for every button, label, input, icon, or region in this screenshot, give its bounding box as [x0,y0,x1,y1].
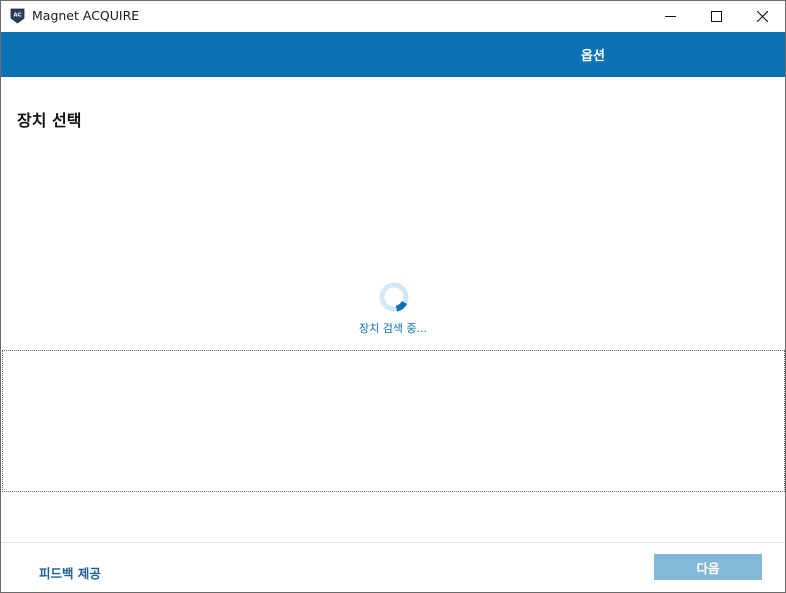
app-logo-icon: AC [10,8,25,24]
header-band: 옵션 [1,32,785,77]
device-list[interactable] [2,350,785,492]
app-window: AC Magnet ACQUIRE 옵션 장치 선택 장치 검색 중... 피드… [0,0,786,593]
maximize-icon [710,7,722,26]
page-title: 장치 선택 [17,111,82,130]
close-icon [756,7,768,26]
minimize-button[interactable] [647,1,693,32]
footer-divider [1,542,785,543]
window-title: Magnet ACQUIRE [32,8,140,23]
minimize-icon [664,7,676,26]
next-button[interactable]: 다음 [654,554,762,580]
loading-spinner-icon [377,280,411,314]
feedback-link[interactable]: 피드백 제공 [39,563,101,582]
options-link[interactable]: 옵션 [569,45,617,64]
close-button[interactable] [739,1,785,32]
maximize-button[interactable] [693,1,739,32]
app-logo-text: AC [13,13,21,19]
title-bar[interactable]: AC Magnet ACQUIRE [1,1,785,32]
searching-status-text: 장치 검색 중... [358,322,428,335]
